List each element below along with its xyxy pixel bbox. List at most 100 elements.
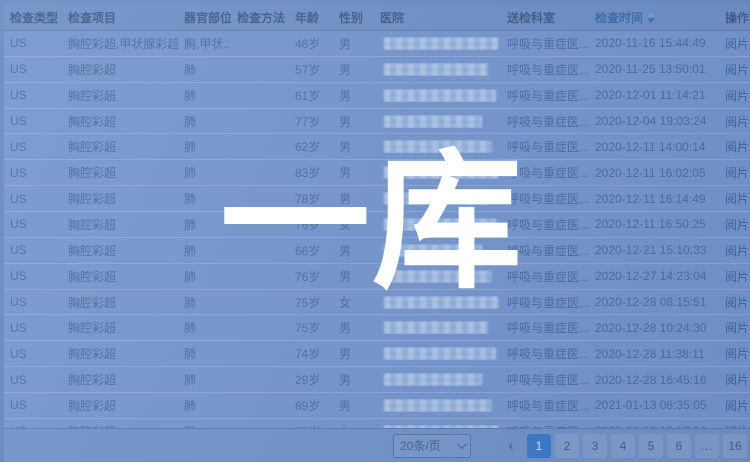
view-image-link[interactable]: 阅片 [725, 296, 749, 310]
cell-age: 76岁 [289, 216, 333, 233]
view-image-link[interactable]: 阅片 [725, 37, 749, 51]
more-pages-button[interactable]: ... [695, 434, 719, 458]
cell-dept: 呼吸与重症医... [501, 61, 589, 78]
view-image-link[interactable]: 阅片 [725, 373, 749, 387]
cell-hospital [374, 296, 501, 309]
cell-time: 2020-12-01 11:14:21 [589, 88, 719, 102]
table-row: US胸腔彩超肺89岁男呼吸与重症医...2021-01-13 08:35:05阅… [4, 393, 750, 419]
cell-dept: 呼吸与重症医... [501, 268, 589, 285]
prev-page-button[interactable]: ‹ [499, 434, 523, 458]
hospital-redacted-blur [384, 89, 496, 102]
cell-action: 阅片 [719, 113, 750, 130]
cell-hospital [374, 244, 501, 257]
view-image-link[interactable]: 阅片 [725, 218, 749, 232]
hospital-redacted-blur [384, 270, 492, 283]
cell-dept: 呼吸与重症医... [501, 113, 589, 130]
cell-action: 阅片 [719, 345, 750, 362]
view-image-link[interactable]: 阅片 [725, 115, 749, 129]
cell-action: 阅片 [719, 87, 750, 104]
cell-action: 阅片 [719, 319, 750, 336]
pagination-bar: 20条/页 ‹ 123456...16 [4, 428, 750, 462]
page-button-5[interactable]: 5 [639, 434, 663, 458]
page-button-4[interactable]: 4 [611, 434, 635, 458]
view-image-link[interactable]: 阅片 [725, 347, 749, 361]
cell-age: 62岁 [289, 138, 333, 155]
cell-project: 胸腔彩超 [62, 345, 178, 362]
cell-part: 肺 [178, 294, 231, 311]
cell-dept: 呼吸与重症医... [501, 294, 589, 311]
cell-gender: 女 [333, 294, 374, 311]
cell-dept: 呼吸与重症医... [501, 242, 589, 259]
cell-type: US [4, 166, 62, 180]
cell-project: 胸腔彩超 [62, 61, 178, 78]
page-button-3[interactable]: 3 [583, 434, 607, 458]
view-image-link[interactable]: 阅片 [725, 192, 749, 206]
cell-time: 2020-11-25 13:50:01 [589, 62, 719, 76]
view-image-link[interactable]: 阅片 [725, 166, 749, 180]
cell-age: 74岁 [289, 345, 333, 362]
table-header: 检查类型检查项目器官部位检查方法年龄性别医院送检科室检查时间操作 [4, 4, 750, 31]
table-row: US胸腔彩超肺61岁男呼吸与重症医...2020-12-01 11:14:21阅… [4, 83, 750, 109]
table-row: US胸腔彩超肺83岁男呼吸与重症医...2020-12-11 16:02:05阅… [4, 160, 750, 186]
cell-dept: 呼吸与重症医... [501, 164, 589, 181]
column-header-method: 检查方法 [231, 9, 289, 26]
cell-gender: 男 [333, 113, 374, 130]
cell-action: 阅片 [719, 397, 750, 414]
cell-hospital [374, 321, 501, 334]
cell-action: 阅片 [719, 190, 750, 207]
cell-action: 阅片 [719, 61, 750, 78]
hospital-redacted-blur [384, 192, 488, 205]
page-size-select[interactable]: 20条/页 [393, 434, 471, 458]
column-header-time[interactable]: 检查时间 [589, 9, 719, 26]
cell-project: 胸腔彩超 [62, 268, 178, 285]
cell-time: 2020-12-28 08:15:51 [589, 295, 719, 309]
cell-project: 胸腔彩超 [62, 87, 178, 104]
cell-part: 肺 [178, 190, 231, 207]
view-image-link[interactable]: 阅片 [725, 63, 749, 77]
cell-dept: 呼吸与重症医... [501, 345, 589, 362]
cell-gender: 男 [333, 397, 374, 414]
table-row: US胸腔彩超肺57岁男呼吸与重症医...2020-11-25 13:50:01阅… [4, 57, 750, 83]
cell-time: 2020-12-11 14:00:14 [589, 140, 719, 154]
page-button-16[interactable]: 16 [723, 434, 747, 458]
table-row: US胸腔彩超肺75岁男呼吸与重症医...2020-12-28 10:24:30阅… [4, 315, 750, 341]
column-label: 年龄 [295, 9, 319, 26]
cell-type: US [4, 321, 62, 335]
cell-gender: 男 [333, 371, 374, 388]
sort-caret-icon[interactable] [647, 12, 655, 23]
hospital-redacted-blur [384, 115, 482, 128]
cell-time: 2020-12-28 11:38:11 [589, 347, 719, 361]
view-image-link[interactable]: 阅片 [725, 321, 749, 335]
hospital-redacted-blur [384, 373, 482, 386]
column-label: 检查时间 [595, 9, 643, 26]
view-image-link[interactable]: 阅片 [725, 270, 749, 284]
view-image-link[interactable]: 阅片 [725, 89, 749, 103]
cell-age: 83岁 [289, 164, 333, 181]
cell-type: US [4, 88, 62, 102]
table-row: US胸腔彩超肺74岁男呼吸与重症医...2020-12-28 11:38:11阅… [4, 341, 750, 367]
page-button-6[interactable]: 6 [667, 434, 691, 458]
table-body: US胸腔彩超,甲状腺彩超胸,甲状...46岁男呼吸与重症医...2020-11-… [4, 31, 750, 445]
hospital-redacted-blur [384, 244, 482, 257]
view-image-link[interactable]: 阅片 [725, 140, 749, 154]
cell-type: US [4, 347, 62, 361]
column-label: 送检科室 [507, 9, 555, 26]
column-header-part: 器官部位 [178, 9, 231, 26]
cell-part: 肺 [178, 113, 231, 130]
cell-age: 57岁 [289, 61, 333, 78]
column-header-hospital: 医院 [374, 9, 501, 26]
cell-project: 胸腔彩超 [62, 164, 178, 181]
cell-dept: 呼吸与重症医... [501, 319, 589, 336]
page-button-1[interactable]: 1 [527, 434, 551, 458]
page-button-2[interactable]: 2 [555, 434, 579, 458]
cell-part: 肺 [178, 371, 231, 388]
column-label: 医院 [380, 9, 404, 26]
cell-type: US [4, 217, 62, 231]
hospital-redacted-blur [384, 321, 488, 334]
view-image-link[interactable]: 阅片 [725, 399, 749, 413]
cell-gender: 男 [333, 319, 374, 336]
cell-part: 肺 [178, 397, 231, 414]
view-image-link[interactable]: 阅片 [725, 244, 749, 258]
cell-part: 肺 [178, 87, 231, 104]
cell-dept: 呼吸与重症医... [501, 371, 589, 388]
